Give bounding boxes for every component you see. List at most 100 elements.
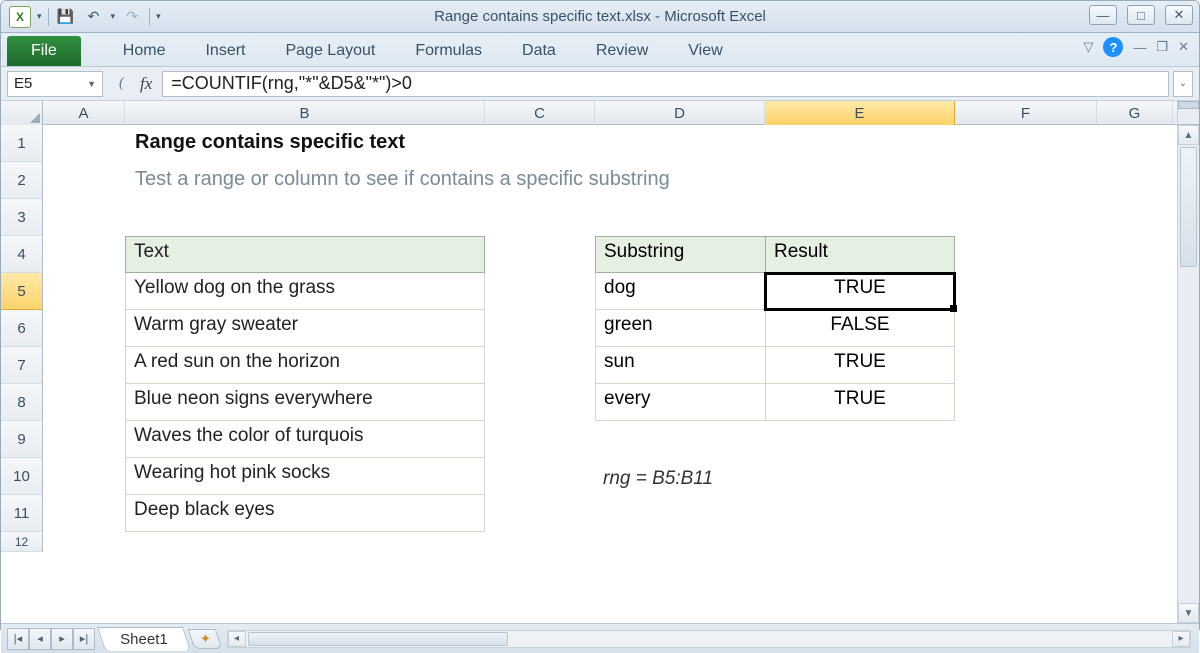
minimize-button[interactable]: — bbox=[1089, 5, 1117, 25]
window-title: Range contains specific text.xlsx - Micr… bbox=[1, 8, 1199, 25]
row-header-selected[interactable]: 5 bbox=[1, 273, 43, 310]
separator bbox=[149, 8, 150, 26]
tab-page-layout[interactable]: Page Layout bbox=[265, 36, 395, 66]
substring-header-cell[interactable]: Substring bbox=[595, 236, 765, 273]
qat-customize-icon[interactable]: ▾ bbox=[156, 11, 161, 22]
window-close-icon[interactable]: ✕ bbox=[1178, 39, 1189, 55]
text-cell[interactable]: Deep black eyes bbox=[125, 495, 485, 532]
row-header[interactable]: 9 bbox=[1, 421, 43, 458]
scroll-left-icon[interactable]: ◂ bbox=[228, 631, 246, 647]
scroll-right-icon[interactable]: ▸ bbox=[1172, 631, 1190, 647]
sheet-tab-active[interactable]: Sheet1 bbox=[97, 627, 190, 651]
column-header[interactable]: G bbox=[1097, 101, 1173, 125]
scroll-thumb[interactable] bbox=[1180, 147, 1197, 267]
column-header-selected[interactable]: E bbox=[765, 101, 955, 125]
window-controls: — □ ✕ bbox=[1089, 5, 1193, 25]
undo-icon[interactable]: ↶ bbox=[83, 6, 105, 28]
text-cell[interactable]: Blue neon signs everywhere bbox=[125, 384, 485, 421]
result-cell[interactable]: TRUE bbox=[765, 384, 955, 421]
column-header[interactable]: A bbox=[43, 101, 125, 125]
expand-formula-bar-icon[interactable]: ⌄ bbox=[1173, 71, 1193, 97]
scroll-down-icon[interactable]: ▼ bbox=[1178, 603, 1199, 623]
substring-table: Substring dog green sun every bbox=[595, 236, 765, 421]
quick-access-toolbar: X ▾ 💾 ↶ ▾ ↷ ▾ bbox=[1, 6, 161, 28]
maximize-button[interactable]: □ bbox=[1127, 5, 1155, 25]
text-header-cell[interactable]: Text bbox=[125, 236, 485, 273]
formula-bar: E5▼ ( fx =COUNTIF(rng,"*"&D5&"*")>0 ⌄ bbox=[1, 67, 1199, 101]
text-cell[interactable]: Wearing hot pink socks bbox=[125, 458, 485, 495]
vertical-scrollbar[interactable]: ▲ ▼ bbox=[1177, 125, 1199, 623]
substring-cell[interactable]: green bbox=[595, 310, 765, 347]
cancel-formula-icon: ( bbox=[115, 75, 128, 92]
tab-insert[interactable]: Insert bbox=[185, 36, 265, 66]
row-header[interactable]: 3 bbox=[1, 199, 43, 236]
row-header[interactable]: 8 bbox=[1, 384, 43, 421]
qat-dropdown-icon[interactable]: ▾ bbox=[37, 11, 42, 22]
result-cell[interactable]: TRUE bbox=[765, 273, 955, 310]
worksheet-grid[interactable]: 1 2 3 4 5 6 7 8 9 10 11 12 Range contain… bbox=[1, 125, 1199, 623]
page-title: Range contains specific text bbox=[135, 131, 405, 154]
result-cell[interactable]: FALSE bbox=[765, 310, 955, 347]
status-bar: |◂ ◂ ▸ ▸| Sheet1 ✦ ◂ ▸ bbox=[1, 623, 1199, 653]
column-header[interactable]: D bbox=[595, 101, 765, 125]
range-note: rng = B5:B11 bbox=[603, 468, 713, 490]
scroll-thumb[interactable] bbox=[248, 632, 508, 646]
row-header[interactable]: 6 bbox=[1, 310, 43, 347]
tab-review[interactable]: Review bbox=[576, 36, 668, 66]
split-handle[interactable] bbox=[1178, 101, 1199, 109]
row-header[interactable]: 11 bbox=[1, 495, 43, 532]
column-header[interactable]: C bbox=[485, 101, 595, 125]
row-header[interactable]: 2 bbox=[1, 162, 43, 199]
title-bar: X ▾ 💾 ↶ ▾ ↷ ▾ Range contains specific te… bbox=[1, 1, 1199, 33]
tab-view[interactable]: View bbox=[668, 36, 742, 66]
next-sheet-button[interactable]: ▸ bbox=[51, 628, 73, 650]
cells-area[interactable]: Range contains specific text Test a rang… bbox=[43, 125, 1177, 623]
tab-home[interactable]: Home bbox=[103, 36, 186, 66]
text-cell[interactable]: Yellow dog on the grass bbox=[125, 273, 485, 310]
substring-cell[interactable]: sun bbox=[595, 347, 765, 384]
row-header[interactable]: 12 bbox=[1, 532, 43, 552]
row-header[interactable]: 4 bbox=[1, 236, 43, 273]
substring-cell[interactable]: every bbox=[595, 384, 765, 421]
redo-icon[interactable]: ↷ bbox=[121, 6, 143, 28]
undo-dropdown-icon[interactable]: ▾ bbox=[111, 11, 116, 22]
row-header[interactable]: 10 bbox=[1, 458, 43, 495]
tab-formulas[interactable]: Formulas bbox=[395, 36, 502, 66]
scroll-up-icon[interactable]: ▲ bbox=[1178, 125, 1199, 145]
horizontal-scrollbar[interactable]: ◂ ▸ bbox=[227, 630, 1191, 648]
text-cell[interactable]: Warm gray sweater bbox=[125, 310, 485, 347]
formula-input[interactable]: =COUNTIF(rng,"*"&D5&"*")>0 bbox=[162, 71, 1169, 97]
text-cell[interactable]: Waves the color of turquois bbox=[125, 421, 485, 458]
new-sheet-button[interactable]: ✦ bbox=[187, 629, 221, 649]
name-box[interactable]: E5▼ bbox=[7, 71, 103, 97]
select-all-corner[interactable] bbox=[1, 101, 43, 125]
row-header[interactable]: 1 bbox=[1, 125, 43, 162]
new-sheet-icon: ✦ bbox=[199, 631, 210, 647]
substring-cell[interactable]: dog bbox=[595, 273, 765, 310]
text-table: Text Yellow dog on the grass Warm gray s… bbox=[125, 236, 485, 532]
result-cell[interactable]: TRUE bbox=[765, 347, 955, 384]
text-cell[interactable]: A red sun on the horizon bbox=[125, 347, 485, 384]
column-header[interactable]: F bbox=[955, 101, 1097, 125]
chevron-down-icon[interactable]: ▼ bbox=[87, 79, 96, 89]
ribbon-minimize-icon[interactable]: ▽ bbox=[1083, 39, 1093, 55]
column-header[interactable]: B bbox=[125, 101, 485, 125]
excel-icon[interactable]: X bbox=[9, 6, 31, 28]
first-sheet-button[interactable]: |◂ bbox=[7, 628, 29, 650]
ribbon-right-controls: ▽ ? — ❐ ✕ bbox=[1083, 37, 1189, 57]
result-header-cell[interactable]: Result bbox=[765, 236, 955, 273]
row-headers: 1 2 3 4 5 6 7 8 9 10 11 12 bbox=[1, 125, 43, 623]
window-minimize-icon[interactable]: — bbox=[1133, 40, 1146, 55]
tab-data[interactable]: Data bbox=[502, 36, 576, 66]
window-restore-icon[interactable]: ❐ bbox=[1156, 39, 1168, 55]
fx-icon[interactable]: fx bbox=[140, 74, 152, 94]
last-sheet-button[interactable]: ▸| bbox=[73, 628, 95, 650]
row-header[interactable]: 7 bbox=[1, 347, 43, 384]
ribbon: File Home Insert Page Layout Formulas Da… bbox=[1, 33, 1199, 67]
save-icon[interactable]: 💾 bbox=[55, 6, 77, 28]
close-button[interactable]: ✕ bbox=[1165, 5, 1193, 25]
separator bbox=[48, 8, 49, 26]
help-icon[interactable]: ? bbox=[1103, 37, 1123, 57]
file-tab[interactable]: File bbox=[7, 36, 81, 66]
prev-sheet-button[interactable]: ◂ bbox=[29, 628, 51, 650]
